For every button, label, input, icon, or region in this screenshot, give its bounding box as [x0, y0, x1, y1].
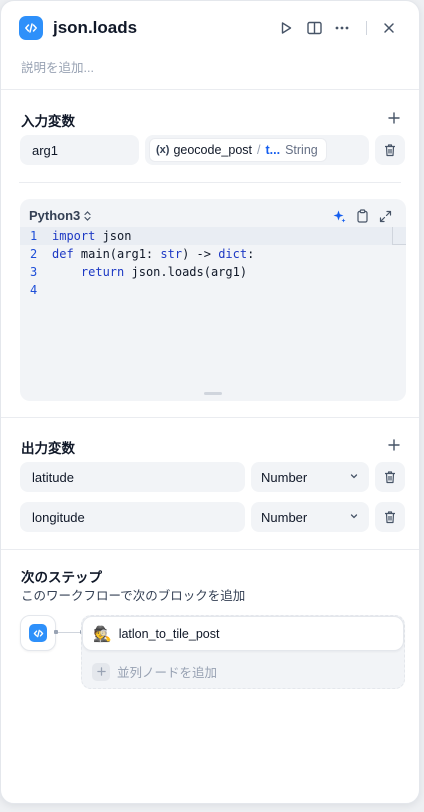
output-var-name-field[interactable]: latitude [20, 462, 245, 492]
header-divider [366, 21, 367, 35]
close-button[interactable] [375, 14, 403, 42]
plus-icon [388, 439, 400, 451]
split-view-icon [306, 21, 322, 35]
add-parallel-node-button[interactable]: 並列ノードを追加 [92, 662, 217, 681]
connector-line [56, 632, 82, 633]
variable-type: String [285, 143, 318, 157]
divider [19, 182, 401, 183]
code-line-text: import json [52, 229, 132, 243]
next-step-title: 次のステップ [21, 570, 102, 585]
next-step-subtitle: このワークフローで次のブロックを追加 [21, 589, 246, 603]
expand-editor-button[interactable] [376, 207, 394, 225]
node-title[interactable]: json.loads [53, 18, 137, 38]
delete-input-var-button[interactable] [375, 135, 405, 165]
line-number: 2 [30, 247, 38, 261]
output-vars-title: 出力変数 [21, 441, 75, 456]
clipboard-icon [356, 209, 368, 223]
selected-type: Number [261, 509, 308, 525]
copy-code-button[interactable] [353, 207, 371, 225]
add-parallel-label: 並列ノードを追加 [117, 666, 218, 680]
line-number: 1 [30, 229, 38, 243]
selected-type: Number [261, 469, 308, 485]
code-icon [29, 624, 47, 642]
agent-icon: 🕵️ [93, 625, 112, 643]
divider [1, 89, 419, 90]
add-input-var-button[interactable] [383, 107, 405, 129]
add-output-var-button[interactable] [383, 434, 405, 456]
output-var-name-field[interactable]: longitude [20, 502, 245, 532]
split-view-button[interactable] [300, 14, 328, 42]
code-icon [19, 16, 43, 40]
connector-handle [54, 630, 58, 634]
more-button[interactable] [328, 14, 356, 42]
code-line: 1 import json [20, 227, 406, 245]
code-line-text: def main(arg1: str) -> dict: [52, 247, 255, 261]
line-number: 3 [30, 265, 38, 279]
input-var-name-field[interactable]: arg1 [20, 135, 139, 165]
source-node-name: geocode_post [173, 143, 252, 157]
editor-scrollbar[interactable] [392, 227, 406, 245]
code-line: 4 [20, 281, 406, 299]
source-key: t... [265, 143, 281, 157]
output-var-type-select[interactable]: Number [251, 502, 369, 532]
plus-icon [388, 112, 400, 124]
variable-reference-chip[interactable]: (x) geocode_post / t... String [149, 138, 327, 162]
description-input[interactable]: 説明を追加... [21, 57, 94, 76]
code-area[interactable]: 1 import json 2 def main(arg1: str) -> d… [20, 227, 406, 401]
chevron-updown-icon [84, 210, 91, 221]
language-label: Python3 [29, 208, 81, 223]
next-node-item[interactable]: 🕵️ latlon_to_tile_post [82, 616, 404, 651]
code-editor[interactable]: Python3 1 import json 2 def main(arg1: s… [20, 199, 406, 401]
current-node-icon [20, 615, 56, 651]
play-icon [281, 22, 292, 34]
more-icon [335, 26, 349, 30]
run-button[interactable] [272, 14, 300, 42]
ai-generate-button[interactable] [330, 207, 348, 225]
plus-icon [92, 662, 110, 681]
output-var-type-select[interactable]: Number [251, 462, 369, 492]
delete-output-var-button[interactable] [375, 462, 405, 492]
trash-icon [385, 511, 395, 524]
node-config-panel: json.loads 説明を追加... 入力変数 arg1 (x) geocod… [0, 0, 420, 804]
divider [1, 417, 419, 418]
close-icon [384, 23, 394, 33]
divider [1, 549, 419, 550]
chevron-down-icon [350, 514, 358, 519]
trash-icon [385, 144, 395, 157]
language-selector[interactable]: Python3 [29, 208, 92, 223]
next-node-label: latlon_to_tile_post [118, 626, 220, 641]
input-vars-title: 入力変数 [21, 114, 75, 129]
delete-output-var-button[interactable] [375, 502, 405, 532]
code-line: 2 def main(arg1: str) -> dict: [20, 245, 406, 263]
code-line: 3 return json.loads(arg1) [20, 263, 406, 281]
expand-icon [379, 210, 391, 222]
trash-icon [385, 471, 395, 484]
path-separator: / [257, 143, 261, 157]
code-line-text: return json.loads(arg1) [80, 265, 248, 279]
sparkle-icon [333, 210, 345, 222]
chevron-down-icon [350, 474, 358, 479]
editor-resize-handle[interactable] [204, 392, 222, 395]
panel-header: json.loads [19, 14, 403, 42]
line-number: 4 [30, 283, 38, 297]
variable-icon: (x) [156, 144, 170, 156]
